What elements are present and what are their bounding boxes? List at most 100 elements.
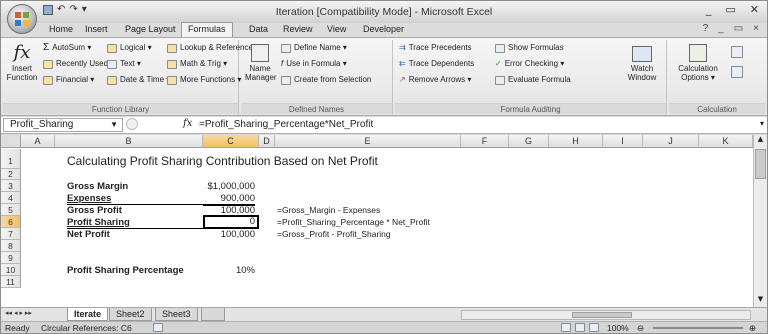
error-checking-button[interactable]: ✓ Error Checking ▾ xyxy=(495,59,564,69)
maximize-button[interactable]: ▭ xyxy=(725,3,735,16)
trace-precedents-button[interactable]: ⇉ Trace Precedents xyxy=(399,43,472,53)
show-formulas-button[interactable]: Show Formulas xyxy=(495,43,564,53)
horizontal-scroll-thumb[interactable] xyxy=(572,312,632,318)
formula-input[interactable]: =Profit_Sharing_Percentage*Net_Profit xyxy=(199,119,373,130)
evaluate-formula-button[interactable]: Evaluate Formula xyxy=(495,75,571,85)
financial-button[interactable]: Financial ▾ xyxy=(43,75,94,85)
close-button[interactable]: ✕ xyxy=(750,3,759,16)
status-circular-references[interactable]: Circular References: C6 xyxy=(41,322,132,333)
scroll-thumb[interactable] xyxy=(755,149,766,179)
define-name-button[interactable]: Define Name ▾ xyxy=(281,43,347,53)
help-icon[interactable]: ? xyxy=(703,23,709,34)
column-header-c[interactable]: C xyxy=(203,135,259,148)
ribbon: fx Insert Function Σ AutoSum ▾ Recently U… xyxy=(1,37,767,116)
watch-window-button[interactable]: Watch Window xyxy=(621,42,663,82)
ribbon-restore-button[interactable]: ▭ xyxy=(734,23,743,34)
cell-net-profit-label[interactable]: Net Profit xyxy=(67,228,110,241)
name-manager-button[interactable]: Name Manager xyxy=(245,42,277,82)
text-button[interactable]: Text ▾ xyxy=(107,59,141,69)
formula-cancel-icon[interactable] xyxy=(126,118,138,130)
column-header-j[interactable]: J xyxy=(643,135,699,148)
row-header-6[interactable]: 6 xyxy=(1,216,21,228)
macro-record-icon[interactable] xyxy=(153,323,163,332)
insert-sheet-tab[interactable] xyxy=(201,308,225,321)
calculate-sheet-icon[interactable] xyxy=(731,66,743,78)
name-box[interactable]: Profit_Sharing ▼ xyxy=(3,118,123,132)
date-time-button[interactable]: Date & Time ▾ xyxy=(107,75,170,85)
vertical-scrollbar[interactable]: ▲ ▼ xyxy=(753,135,767,307)
zoom-slider[interactable] xyxy=(653,327,743,329)
sheet-tab-sheet2[interactable]: Sheet2 xyxy=(109,308,152,321)
sheet-title[interactable]: Calculating Profit Sharing Contribution … xyxy=(67,155,378,168)
autosum-button[interactable]: Σ AutoSum ▾ xyxy=(43,43,91,53)
view-page-layout-icon[interactable] xyxy=(575,323,585,332)
name-box-dropdown-icon[interactable]: ▼ xyxy=(110,119,118,131)
tab-insert[interactable]: Insert xyxy=(85,24,108,34)
cell-net-profit-formula[interactable]: =Gross_Profit - Profit_Sharing xyxy=(277,228,391,241)
cell-psp-value[interactable]: 10% xyxy=(203,264,255,277)
column-header-h[interactable]: H xyxy=(549,135,603,148)
ribbon-minimize-button[interactable]: _ xyxy=(718,23,724,34)
horizontal-scrollbar[interactable] xyxy=(461,310,751,320)
minimize-button[interactable]: _ xyxy=(706,3,712,16)
row-header-4[interactable]: 4 xyxy=(1,192,21,204)
tab-view[interactable]: View xyxy=(327,24,346,34)
more-functions-button[interactable]: More Functions ▾ xyxy=(167,75,241,85)
view-normal-icon[interactable] xyxy=(561,323,571,332)
column-header-i[interactable]: I xyxy=(603,135,643,148)
view-page-break-icon[interactable] xyxy=(589,323,599,332)
recently-used-button[interactable]: Recently Used ▾ xyxy=(43,59,114,69)
formula-bar-expand-icon[interactable]: ▾ xyxy=(760,119,764,128)
math-trig-button[interactable]: Math & Trig ▾ xyxy=(167,59,227,69)
sheet-tab-sheet3[interactable]: Sheet3 xyxy=(155,308,198,321)
sheet-tab-iterate[interactable]: Iterate xyxy=(67,308,109,321)
row-header-1[interactable]: 1 xyxy=(1,149,21,169)
tab-page-layout[interactable]: Page Layout xyxy=(125,24,176,34)
use-in-formula-button[interactable]: f Use in Formula ▾ xyxy=(281,59,347,69)
cell-psp-label[interactable]: Profit Sharing Percentage xyxy=(67,264,184,277)
zoom-in-icon[interactable]: ⊕ xyxy=(749,322,756,333)
calculate-now-icon[interactable] xyxy=(731,46,743,58)
column-header-a[interactable]: A xyxy=(21,135,55,148)
worksheet-grid[interactable]: A B C D E F G H I J K 1 2 3 4 5 6 7 8 9 … xyxy=(1,135,767,307)
column-header-d[interactable]: D xyxy=(259,135,275,148)
office-button[interactable] xyxy=(7,4,37,34)
tab-data[interactable]: Data xyxy=(249,24,268,34)
column-header-k[interactable]: K xyxy=(699,135,753,148)
cell-net-profit-value[interactable]: 100,000 xyxy=(203,228,255,241)
column-header-b[interactable]: B xyxy=(55,135,203,148)
cell-profit-sharing-value-selected[interactable]: 0 xyxy=(203,215,259,229)
select-all-corner[interactable] xyxy=(1,135,21,148)
fx-button[interactable]: fx xyxy=(183,118,192,129)
row-header-9[interactable]: 9 xyxy=(1,252,21,264)
row-header-7[interactable]: 7 xyxy=(1,228,21,240)
scroll-down-arrow[interactable]: ▼ xyxy=(754,295,767,307)
create-from-selection-button[interactable]: Create from Selection xyxy=(281,75,371,85)
tab-review[interactable]: Review xyxy=(283,24,313,34)
tab-developer[interactable]: Developer xyxy=(363,24,404,34)
remove-arrows-button[interactable]: ↗ Remove Arrows ▾ xyxy=(399,75,471,85)
row-header-11[interactable]: 11 xyxy=(1,276,21,288)
insert-function-button[interactable]: fx Insert Function xyxy=(5,42,39,82)
row-header-10[interactable]: 10 xyxy=(1,264,21,276)
row-header-3[interactable]: 3 xyxy=(1,180,21,192)
column-header-f[interactable]: F xyxy=(461,135,509,148)
row-header-8[interactable]: 8 xyxy=(1,240,21,252)
tab-home[interactable]: Home xyxy=(49,24,73,34)
zoom-out-icon[interactable]: ⊖ xyxy=(637,322,644,333)
sheet-nav-arrows[interactable]: ◂◂ ◂ ▸ ▸▸ xyxy=(5,309,32,317)
column-header-e[interactable]: E xyxy=(275,135,461,148)
fx-icon: fx xyxy=(13,42,31,63)
scroll-up-arrow[interactable]: ▲ xyxy=(754,135,767,147)
evaluate-formula-icon xyxy=(495,75,505,85)
ribbon-close-button[interactable]: × xyxy=(753,23,759,34)
tab-formulas[interactable]: Formulas xyxy=(181,22,233,37)
zoom-level[interactable]: 100% xyxy=(607,322,629,333)
row-header-2[interactable]: 2 xyxy=(1,169,21,180)
status-ready: Ready xyxy=(5,323,30,333)
column-header-g[interactable]: G xyxy=(509,135,549,148)
logical-button[interactable]: Logical ▾ xyxy=(107,43,152,53)
row-header-5[interactable]: 5 xyxy=(1,204,21,216)
trace-dependents-button[interactable]: ⇇ Trace Dependents xyxy=(399,59,474,69)
calculation-options-button[interactable]: Calculation Options ▾ xyxy=(673,42,723,82)
